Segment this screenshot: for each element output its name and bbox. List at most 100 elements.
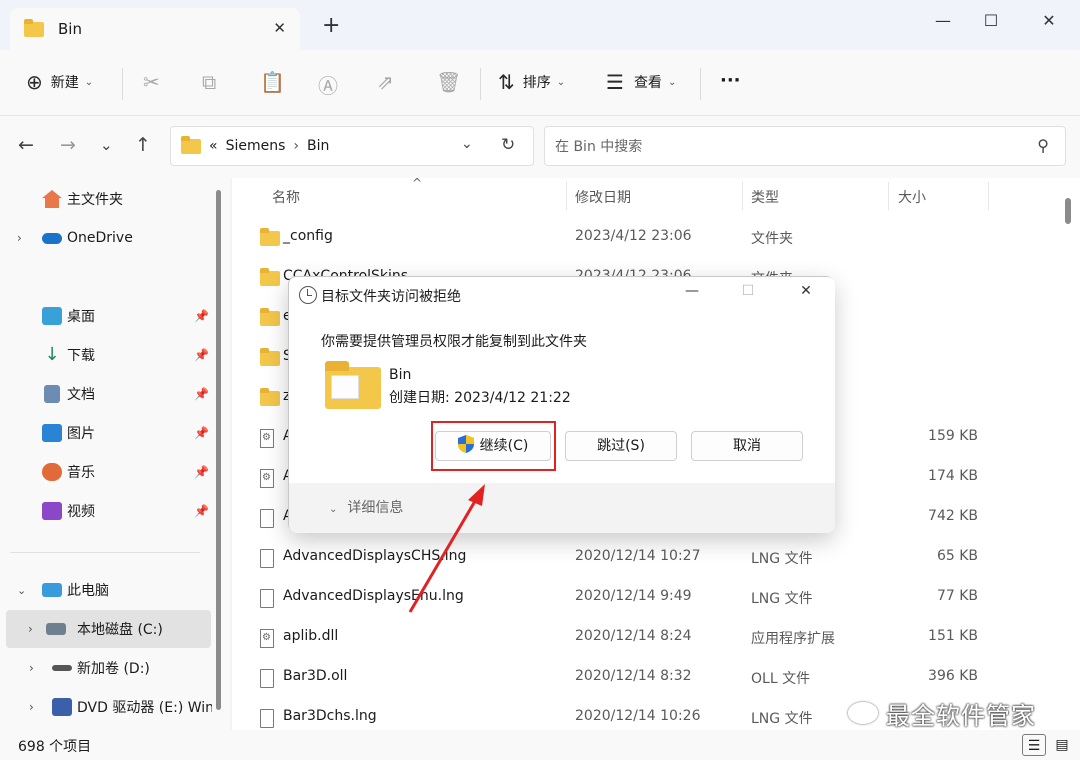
file-type: OLL 文件 xyxy=(751,671,811,687)
sidebar-item-music[interactable]: 音乐 📌 xyxy=(0,453,212,491)
desktop-icon xyxy=(42,307,62,325)
sidebar-item-label: 新加卷 (D:) xyxy=(77,661,150,677)
sidebar-item-label: 音乐 xyxy=(67,465,95,481)
pin-icon: 📌 xyxy=(194,348,209,362)
close-window-button[interactable]: ✕ xyxy=(1026,6,1072,36)
dll-file-icon xyxy=(260,469,274,488)
breadcrumb-overflow[interactable]: « xyxy=(209,138,218,154)
more-details-label: 详细信息 xyxy=(347,500,404,516)
forward-arrow-icon[interactable]: → xyxy=(60,134,76,156)
tab-bin[interactable]: Bin ✕ xyxy=(10,8,300,50)
dialog-close-button[interactable]: ✕ xyxy=(791,283,821,299)
file-icon xyxy=(260,709,274,728)
sidebar-item-dvd-e[interactable]: › DVD 驱动器 (E:) Win xyxy=(0,688,212,726)
dialog-title-bar: 目标文件夹访问被拒绝 — ☐ ✕ xyxy=(289,277,835,315)
minimize-button[interactable]: — xyxy=(920,6,966,36)
file-row[interactable]: Bar3D.oll 2020/12/14 8:32 OLL 文件 396 KB xyxy=(232,657,1052,697)
column-header-name[interactable]: 名称 xyxy=(272,187,300,207)
sidebar-scrollbar[interactable] xyxy=(216,190,221,710)
dialog-body: 你需要提供管理员权限才能复制到此文件夹 Bin 创建日期: 2023/4/12 … xyxy=(289,315,835,483)
breadcrumb-bin[interactable]: Bin xyxy=(307,138,329,154)
sidebar-item-downloads[interactable]: ↓ 下载 📌 xyxy=(0,336,212,374)
maximize-button[interactable]: ☐ xyxy=(968,6,1014,36)
column-divider[interactable] xyxy=(988,182,989,210)
cancel-button[interactable]: 取消 xyxy=(691,431,803,461)
folder-icon xyxy=(260,348,280,366)
column-divider[interactable] xyxy=(566,182,567,210)
sidebar-item-videos[interactable]: 视频 📌 xyxy=(0,492,212,530)
sidebar-item-home[interactable]: 主文件夹 xyxy=(0,180,212,218)
file-row[interactable]: AdvancedDisplaysEnu.lng 2020/12/14 9:49 LN… xyxy=(232,577,1052,617)
file-row[interactable]: aplib.dll 2020/12/14 8:24 应用程序扩展 151 KB xyxy=(232,617,1052,657)
toolbar-divider xyxy=(480,68,481,100)
recent-chevron-icon[interactable]: ⌄ xyxy=(100,136,113,154)
sidebar-item-this-pc[interactable]: ⌄ 此电脑 xyxy=(0,571,212,609)
column-header-size[interactable]: 大小 xyxy=(898,187,926,207)
sidebar-item-onedrive[interactable]: › OneDrive xyxy=(0,219,212,257)
file-date: 2023/4/12 23:06 xyxy=(575,228,692,244)
more-details-toggle[interactable]: ⌄ 详细信息 xyxy=(329,497,403,517)
paste-button[interactable]: 📋 xyxy=(260,70,285,94)
sidebar-item-drive-c[interactable]: › 本地磁盘 (C:) xyxy=(6,610,211,648)
chevron-right-icon[interactable]: › xyxy=(28,622,33,636)
onedrive-icon xyxy=(42,233,62,244)
column-header-type[interactable]: 类型 xyxy=(751,187,779,207)
sidebar-item-label: 此电脑 xyxy=(67,583,109,599)
back-arrow-icon[interactable]: ← xyxy=(18,134,34,156)
refresh-icon[interactable]: ↻ xyxy=(501,135,515,155)
cut-button[interactable]: ✂ xyxy=(143,70,160,94)
copy-button[interactable]: ⧉ xyxy=(202,70,216,94)
sort-label: 排序 xyxy=(522,75,551,91)
new-button[interactable]: ⊕ 新建 ⌄ xyxy=(26,70,93,94)
column-divider[interactable] xyxy=(888,182,889,210)
more-options-button[interactable]: ··· xyxy=(720,70,741,91)
chevron-right-icon[interactable]: › xyxy=(17,231,22,245)
view-label: 查看 xyxy=(633,75,662,91)
sidebar-item-pictures[interactable]: 图片 📌 xyxy=(0,414,212,452)
file-row[interactable]: _config 2023/4/12 23:06 文件夹 xyxy=(232,217,1052,257)
details-view-icon[interactable]: ☰ xyxy=(1022,734,1046,756)
address-history-chevron-icon[interactable]: ⌄ xyxy=(461,136,473,152)
folder-icon xyxy=(260,268,280,286)
file-row[interactable]: AdvancedDisplaysCHS.lng 2020/12/14 10:27 L… xyxy=(232,537,1052,577)
file-size: 151 KB xyxy=(928,628,978,644)
status-bar: 698 个项目 ☰ ▤ xyxy=(0,730,1080,760)
clipboard-icon: 📋 xyxy=(260,70,285,94)
breadcrumb-separator: › xyxy=(293,138,299,154)
tab-close-button[interactable]: ✕ xyxy=(273,19,286,37)
skip-button[interactable]: 跳过(S) xyxy=(565,431,677,461)
file-size: 174 KB xyxy=(928,468,978,484)
new-tab-button[interactable]: + xyxy=(322,15,340,37)
sidebar-item-drive-d[interactable]: › 新加卷 (D:) xyxy=(0,649,212,687)
share-button[interactable]: ⇗ xyxy=(377,70,394,94)
view-button[interactable]: ☰ 查看 ⌄ xyxy=(606,70,676,94)
file-date: 2020/12/14 8:24 xyxy=(575,628,692,644)
search-input[interactable]: 在 Bin 中搜索 ⚲ xyxy=(544,126,1066,166)
sidebar-divider xyxy=(10,552,200,553)
breadcrumb-siemens[interactable]: Siemens xyxy=(226,138,286,154)
tiles-view-icon[interactable]: ▤ xyxy=(1050,734,1074,756)
sidebar-item-desktop[interactable]: 桌面 📌 xyxy=(0,297,212,335)
address-bar[interactable]: « Siemens › Bin ⌄ ↻ xyxy=(170,126,534,166)
file-list-scrollbar[interactable] xyxy=(1065,198,1071,224)
chevron-down-icon[interactable]: ⌄ xyxy=(17,584,26,597)
column-divider[interactable] xyxy=(742,182,743,210)
trash-icon: 🗑 xyxy=(436,70,462,94)
copy-icon: ⧉ xyxy=(202,70,217,94)
sidebar-item-label: 桌面 xyxy=(67,309,95,325)
continue-button[interactable]: 继续(C) xyxy=(435,431,551,461)
chevron-right-icon[interactable]: › xyxy=(29,700,34,714)
command-bar: ⊕ 新建 ⌄ ✂ ⧉ 📋 Ⓐ ⇗ 🗑 ⇅ 排序 ⌄ ☰ 查看 ⌄ ··· xyxy=(0,50,1080,116)
column-header-date[interactable]: 修改日期 xyxy=(575,187,631,207)
delete-button[interactable]: 🗑 xyxy=(436,70,461,94)
chevron-right-icon[interactable]: › xyxy=(29,661,34,675)
sidebar-item-label: 图片 xyxy=(67,426,95,442)
sidebar-item-documents[interactable]: 文档 📌 xyxy=(0,375,212,413)
sort-button[interactable]: ⇅ 排序 ⌄ xyxy=(498,70,565,94)
scissors-icon: ✂ xyxy=(143,70,160,94)
rename-button[interactable]: Ⓐ xyxy=(318,70,338,99)
up-arrow-icon[interactable]: ↑ xyxy=(135,134,151,156)
dialog-minimize-button[interactable]: — xyxy=(677,283,707,299)
search-icon[interactable]: ⚲ xyxy=(1037,136,1049,155)
navigation-bar: ← → ⌄ ↑ « Siemens › Bin ⌄ ↻ 在 Bin 中搜索 ⚲ xyxy=(0,116,1080,178)
